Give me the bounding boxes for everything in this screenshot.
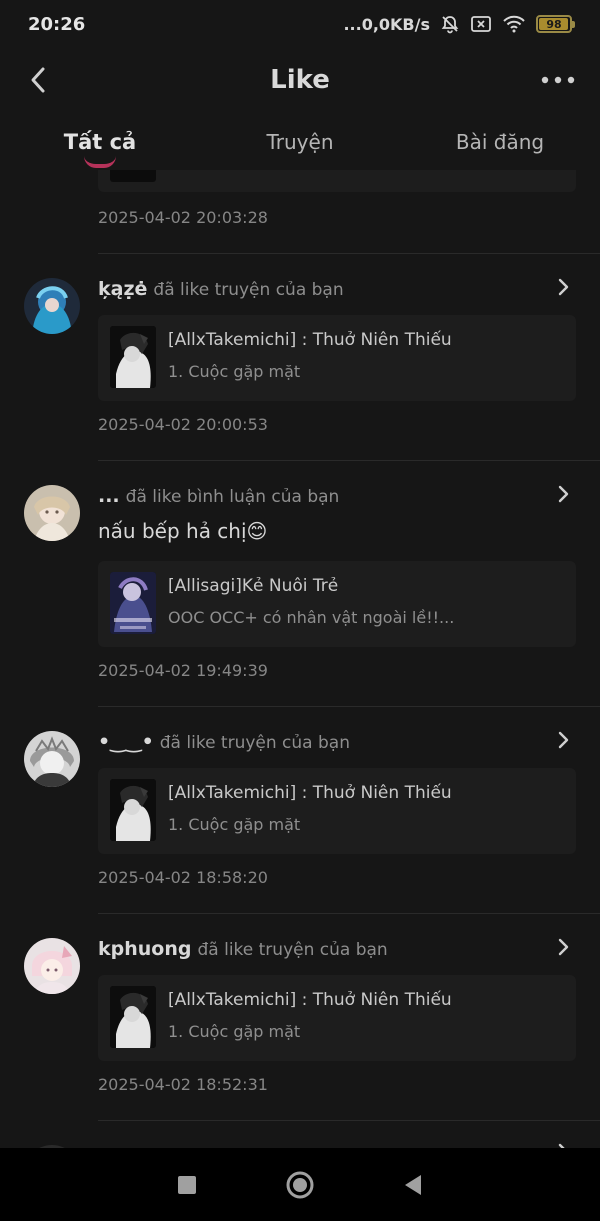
action-text: đã like truyện của bạn <box>153 280 344 300</box>
home-button[interactable] <box>280 1165 320 1205</box>
chapter-title: 1. Cuộc gặp mặt <box>168 362 301 381</box>
chevron-right-icon[interactable] <box>554 485 572 503</box>
story-cover <box>110 779 156 841</box>
battery-level: 98 <box>546 17 562 31</box>
username[interactable]: ķąẓė <box>98 278 147 300</box>
status-bar: 20:26 ...0,0KB/s 98 <box>0 0 600 48</box>
story-cover <box>110 326 156 388</box>
action-text: đã like bình luận của bạn <box>125 487 340 507</box>
wifi-icon <box>502 15 526 33</box>
timestamp: 2025-04-02 20:00:53 <box>98 415 268 434</box>
avatar[interactable] <box>24 485 80 541</box>
story-title: [Allisagi]Kẻ Nuôi Trẻ <box>168 576 339 596</box>
story-card[interactable]: [AllxTakemichi] : Thuở Niên Thiếu 1. Cuộ… <box>98 315 576 401</box>
back-arrow-icon <box>31 67 45 93</box>
chevron-right-icon[interactable] <box>554 938 572 956</box>
more-dots-icon <box>541 76 575 84</box>
story-card[interactable]: [AllxTakemichi] : Thuở Niên Thiếu 1. Cuộ… <box>98 768 576 854</box>
list-item[interactable] <box>0 1121 600 1148</box>
username[interactable]: kphuong <box>98 938 191 960</box>
chevron-right-icon[interactable] <box>554 731 572 749</box>
back-nav-button[interactable] <box>393 1165 433 1205</box>
recent-apps-button[interactable] <box>167 1165 207 1205</box>
status-icons: ...0,0KB/s 98 <box>343 14 575 34</box>
story-card[interactable]: [AllxTakemichi] : Thuở Niên Thiếu 1. Cuộ… <box>98 975 576 1061</box>
tab-label: Tất cả <box>63 130 137 154</box>
tab-all[interactable]: Tất cả <box>0 120 200 170</box>
recent-apps-icon <box>177 1175 196 1194</box>
list-item[interactable]: kphuong đã like truyện của bạn [AllxTakem… <box>0 914 600 1121</box>
activity-line: ... đã like bình luận của bạn <box>98 485 540 507</box>
story-card[interactable]: [Allisagi]Kẻ Nuôi Trẻ OOC OCC+ có nhân v… <box>98 561 576 647</box>
story-description: OOC OCC+ có nhân vật ngoài lề!!... <box>168 608 455 627</box>
tab-posts[interactable]: Bài đăng <box>400 120 600 170</box>
notification-feed[interactable]: 2025-04-02 20:03:28 ķąẓė đã like truyện c… <box>0 170 600 1148</box>
avatar[interactable] <box>24 938 80 994</box>
username[interactable]: ... <box>98 485 120 507</box>
list-item[interactable]: ķąẓė đã like truyện của bạn [AllxTakemich… <box>0 254 600 461</box>
avatar[interactable] <box>24 278 80 334</box>
comment-text: nấu bếp hả chị😊 <box>98 519 268 543</box>
bell-off-icon <box>440 14 460 34</box>
story-title: [AllxTakemichi] : Thuở Niên Thiếu <box>168 330 452 350</box>
sim-off-icon <box>470 15 492 33</box>
tab-label: Bài đăng <box>455 130 545 154</box>
page-title: Like <box>270 65 330 95</box>
tab-bar: Tất cả Truyện Bài đăng <box>0 120 600 170</box>
story-title: [AllxTakemichi] : Thuở Niên Thiếu <box>168 990 452 1010</box>
tab-stories[interactable]: Truyện <box>200 120 400 170</box>
back-triangle-icon <box>405 1174 422 1195</box>
story-cover <box>110 572 156 634</box>
system-nav-bar <box>0 1148 600 1221</box>
story-cover <box>110 986 156 1048</box>
list-item[interactable]: 2025-04-02 20:03:28 <box>0 170 600 254</box>
timestamp: 2025-04-02 18:58:20 <box>98 868 268 887</box>
list-item[interactable]: ... đã like bình luận của bạn nấu bếp hả … <box>0 461 600 707</box>
timestamp: 2025-04-02 19:49:39 <box>98 661 268 680</box>
more-button[interactable] <box>538 62 578 98</box>
list-item[interactable]: •‿‿• đã like truyện của bạn [AllxTakemich… <box>0 707 600 914</box>
chapter-title: 1. Cuộc gặp mặt <box>168 815 301 834</box>
story-title: [AllxTakemichi] : Thuở Niên Thiếu <box>168 783 452 803</box>
action-text: đã like truyện của bạn <box>197 940 388 960</box>
back-button[interactable] <box>20 62 56 98</box>
activity-line: ķąẓė đã like truyện của bạn <box>98 278 540 300</box>
timestamp: 2025-04-02 20:03:28 <box>98 208 268 227</box>
timestamp: 2025-04-02 18:52:31 <box>98 1075 268 1094</box>
header: Like <box>0 52 600 108</box>
story-card[interactable] <box>98 170 576 192</box>
story-cover <box>110 170 156 182</box>
activity-line: •‿‿• đã like truyện của bạn <box>98 731 540 753</box>
activity-line: kphuong đã like truyện của bạn <box>98 938 540 960</box>
battery-icon: 98 <box>536 15 575 33</box>
network-speed: ...0,0KB/s <box>343 14 430 34</box>
chapter-title: 1. Cuộc gặp mặt <box>168 1022 301 1041</box>
home-icon <box>286 1171 314 1198</box>
active-tab-indicator <box>84 156 116 168</box>
chevron-right-icon[interactable] <box>554 278 572 296</box>
status-time: 20:26 <box>28 13 86 35</box>
avatar[interactable] <box>24 731 80 787</box>
tab-label: Truyện <box>266 130 334 154</box>
username[interactable]: •‿‿• <box>98 731 154 753</box>
action-text: đã like truyện của bạn <box>159 733 350 753</box>
